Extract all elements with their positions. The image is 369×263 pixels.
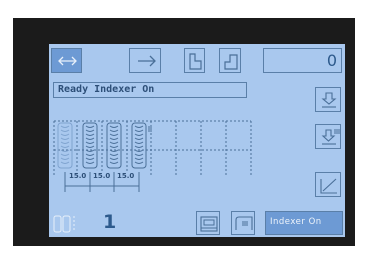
counter-value: 0 bbox=[326, 51, 337, 70]
status-message: Ready Indexer On bbox=[58, 84, 155, 95]
counter-display[interactable]: 0 bbox=[263, 48, 342, 73]
dimension-label-1: 15.0 bbox=[69, 172, 87, 180]
save-layout-button[interactable] bbox=[196, 211, 220, 235]
tool-button[interactable] bbox=[231, 211, 255, 235]
slot-layout-diagram: 15.0 15.0 15.0 bbox=[53, 120, 253, 198]
save-icon bbox=[200, 216, 218, 232]
step-icon bbox=[224, 54, 238, 70]
step-shape-button[interactable] bbox=[219, 48, 241, 73]
corner-shape-button[interactable] bbox=[184, 48, 205, 73]
slot-count[interactable]: 1 bbox=[85, 211, 125, 234]
double-arrow-icon bbox=[58, 56, 77, 66]
right-arrow-icon bbox=[138, 55, 156, 67]
slot-count-value: 1 bbox=[103, 211, 117, 233]
indexer-on-button[interactable]: Indexer On bbox=[265, 211, 343, 235]
diagonal-line-icon bbox=[320, 178, 337, 194]
dimension-label-3: 15.0 bbox=[117, 172, 135, 180]
dimension-label-2: 15.0 bbox=[93, 172, 111, 180]
download-multiple-button[interactable] bbox=[315, 124, 341, 149]
tool-slot-icon bbox=[235, 216, 253, 230]
download-multiple-icon bbox=[321, 129, 340, 145]
download-button[interactable] bbox=[315, 87, 341, 112]
forward-mode-button[interactable] bbox=[129, 48, 161, 73]
coil-group-icon bbox=[53, 215, 75, 233]
angle-button[interactable] bbox=[315, 172, 341, 197]
bidirectional-mode-button[interactable] bbox=[51, 48, 82, 73]
slot-layout-drawing bbox=[53, 120, 252, 192]
l-shape-icon bbox=[189, 53, 202, 70]
status-field: Ready Indexer On bbox=[53, 82, 247, 98]
touch-screen: 0 Ready Indexer On 15.0 15.0 15.0 1 Inde… bbox=[49, 44, 345, 237]
slot-count-icon bbox=[53, 214, 83, 234]
download-icon bbox=[321, 92, 337, 108]
indexer-button-label: Indexer On bbox=[270, 217, 322, 227]
